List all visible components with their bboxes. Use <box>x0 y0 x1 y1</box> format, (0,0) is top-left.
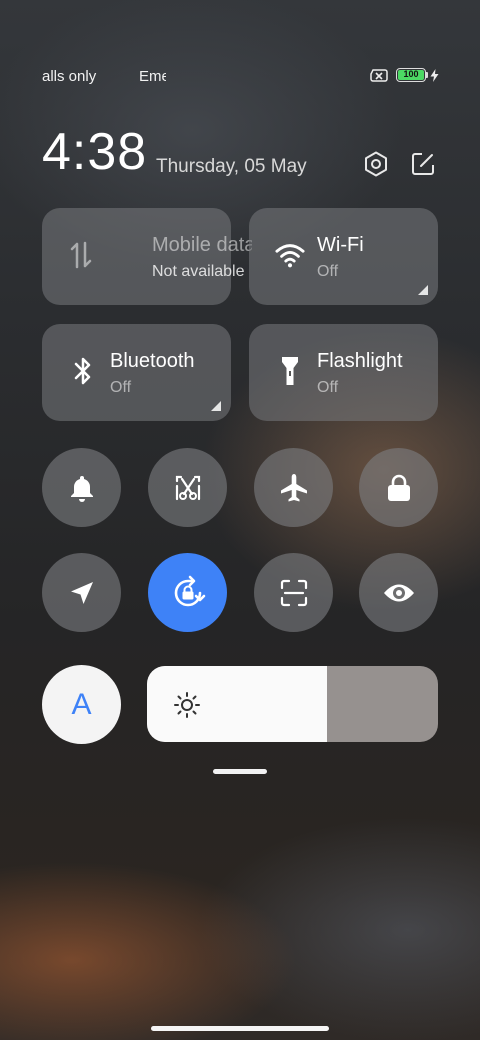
wifi-status: Off <box>317 263 339 280</box>
bluetooth-icon <box>68 354 98 388</box>
mobile-data-tile[interactable]: Mobile data Not available <box>42 208 252 305</box>
flashlight-status: Off <box>317 379 339 396</box>
status-bar: alls only Emergency calls only 100 <box>0 60 480 94</box>
battery-indicator: 100 <box>396 68 426 82</box>
bell-icon <box>70 475 93 502</box>
date-label[interactable]: Thursday, 05 May <box>156 156 307 178</box>
battery-level: 100 <box>398 70 424 80</box>
auto-brightness-button[interactable]: A <box>42 665 121 744</box>
brightness-slider[interactable] <box>147 666 438 742</box>
wifi-tile[interactable]: Wi-Fi Off <box>249 208 438 305</box>
location-toggle[interactable] <box>42 553 121 632</box>
panel-drag-handle[interactable] <box>213 769 267 774</box>
auto-brightness-label: A <box>71 687 92 721</box>
settings-hexagon-icon[interactable] <box>362 150 390 178</box>
reading-mode-toggle[interactable] <box>359 553 438 632</box>
location-arrow-icon <box>70 581 93 604</box>
battery-tip <box>426 72 428 78</box>
mobile-data-status: Not available <box>152 263 245 280</box>
wifi-icon <box>275 238 305 272</box>
flashlight-tile[interactable]: Flashlight Off <box>249 324 438 421</box>
lock-screen-toggle[interactable] <box>359 448 438 527</box>
sun-icon <box>174 692 200 718</box>
edit-icon[interactable] <box>410 151 436 177</box>
scissors-icon <box>175 475 200 500</box>
rotation-lock-icon <box>174 575 205 606</box>
scan-icon <box>280 579 307 606</box>
clock-time[interactable]: 4:38 <box>42 122 147 182</box>
scanner-toggle[interactable] <box>254 553 333 632</box>
eye-icon <box>383 584 414 601</box>
bluetooth-tile[interactable]: Bluetooth Off <box>42 324 231 421</box>
flashlight-icon <box>275 354 305 388</box>
wifi-label: Wi-Fi <box>317 234 364 256</box>
airplane-mode-toggle[interactable] <box>254 448 333 527</box>
bluetooth-label: Bluetooth <box>110 350 195 372</box>
wifi-expand-corner-icon[interactable] <box>418 285 428 295</box>
mobile-data-label: Mobile data <box>152 234 252 256</box>
charging-bolt-icon <box>430 69 439 82</box>
rotation-lock-toggle[interactable] <box>148 553 227 632</box>
lock-icon <box>387 474 410 501</box>
data-arrows-icon <box>66 238 96 272</box>
bluetooth-expand-corner-icon[interactable] <box>211 401 221 411</box>
no-sim-icon <box>370 69 388 82</box>
home-indicator-bar[interactable] <box>151 1026 329 1031</box>
airplane-icon <box>280 473 307 501</box>
screenshot-toggle[interactable] <box>148 448 227 527</box>
carrier-label-2: Emergency calls only <box>139 68 166 85</box>
sound-toggle[interactable] <box>42 448 121 527</box>
bluetooth-status: Off <box>110 379 132 396</box>
carrier-label-1: alls only <box>42 68 97 85</box>
flashlight-label: Flashlight <box>317 350 403 372</box>
